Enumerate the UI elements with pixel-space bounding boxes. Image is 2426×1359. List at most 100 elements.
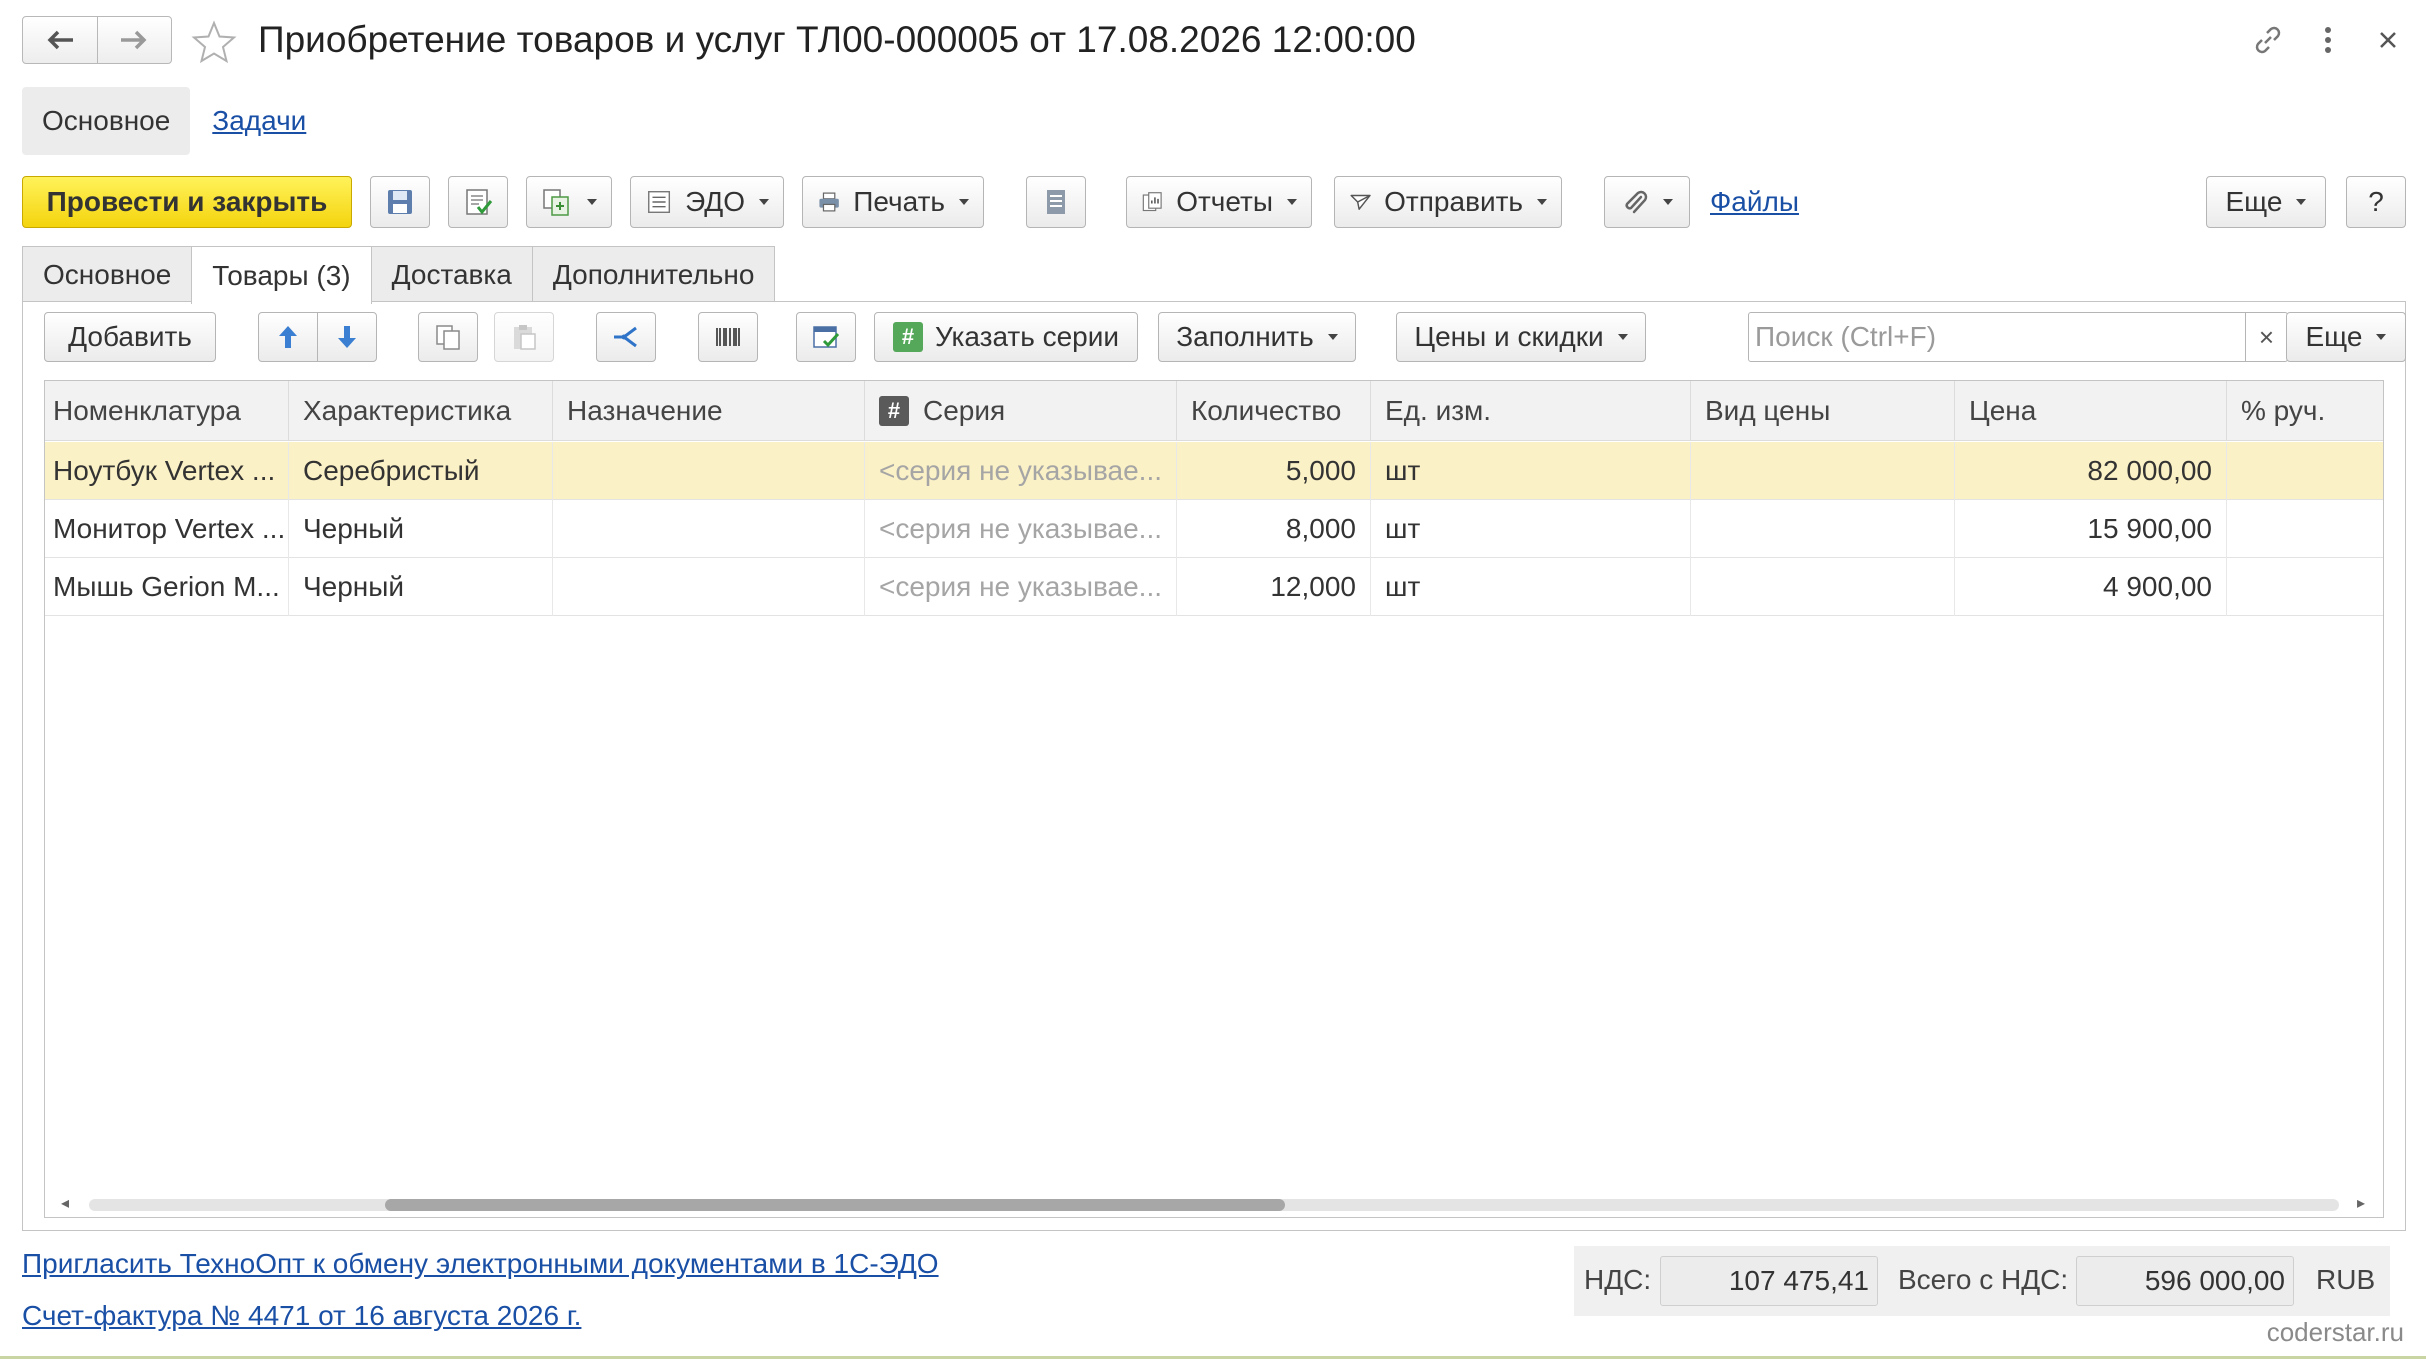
- cell-nomenclature[interactable]: Мышь Gerion M...: [45, 558, 289, 616]
- post-button[interactable]: [448, 176, 508, 228]
- forward-button[interactable]: [96, 17, 172, 63]
- table-more-button[interactable]: Еще: [2286, 312, 2406, 362]
- copy-link-button[interactable]: [2246, 18, 2290, 62]
- split-row-button[interactable]: [596, 312, 656, 362]
- move-down-button[interactable]: [317, 312, 377, 362]
- more-label: Еще: [2225, 186, 2283, 217]
- cell-quantity[interactable]: 12,000: [1177, 558, 1371, 616]
- close-window-button[interactable]: [2366, 18, 2410, 62]
- scroll-left-icon[interactable]: ◂: [61, 1193, 69, 1213]
- cell-manual-percent[interactable]: [2227, 500, 2383, 558]
- section-tasks-link[interactable]: Задачи: [212, 105, 306, 137]
- invite-edo-link[interactable]: Пригласить ТехноОпт к обмену электронным…: [22, 1248, 939, 1280]
- reports-button[interactable]: Отчеты: [1126, 176, 1312, 228]
- series-header-icon: #: [879, 396, 909, 426]
- set-series-button[interactable]: # Указать серии: [874, 312, 1138, 362]
- column-header-purpose[interactable]: Назначение: [553, 381, 865, 441]
- scrollbar-thumb[interactable]: [385, 1199, 1285, 1211]
- barcode-scan-button[interactable]: [698, 312, 758, 362]
- cell-price-type[interactable]: [1691, 500, 1955, 558]
- table-row[interactable]: Ноутбук Vertex ... Серебристый <серия не…: [45, 442, 2383, 500]
- copy-row-button[interactable]: [418, 312, 478, 362]
- more-commands-button[interactable]: Еще: [2206, 176, 2326, 228]
- cell-purpose[interactable]: [553, 500, 865, 558]
- goods-table: Номенклатура Характеристика Назначение #…: [44, 380, 2384, 1218]
- more-actions-button[interactable]: [2306, 18, 2350, 62]
- favorite-button[interactable]: [188, 18, 240, 66]
- column-header-nomenclature[interactable]: Номенклатура: [45, 381, 289, 441]
- back-button[interactable]: [23, 17, 97, 63]
- column-header-series[interactable]: # Серия: [865, 381, 1177, 441]
- paste-rows-button[interactable]: [494, 312, 554, 362]
- cell-manual-percent[interactable]: [2227, 558, 2383, 616]
- dropdown-caret-icon: [2296, 199, 2307, 205]
- edo-label: ЭДО: [685, 186, 745, 217]
- horizontal-scrollbar[interactable]: ◂ ▸: [45, 1185, 2383, 1217]
- cell-quantity[interactable]: 8,000: [1177, 500, 1371, 558]
- arrow-down-icon: [338, 326, 356, 348]
- cell-characteristic[interactable]: Черный: [289, 558, 553, 616]
- section-main[interactable]: Основное: [22, 87, 191, 155]
- add-row-button[interactable]: Добавить: [44, 312, 216, 362]
- scroll-right-icon[interactable]: ▸: [2357, 1193, 2365, 1213]
- set-series-label: Указать серии: [934, 321, 1120, 352]
- prices-discounts-button[interactable]: Цены и скидки: [1396, 312, 1646, 362]
- column-header-characteristic[interactable]: Характеристика: [289, 381, 553, 441]
- table-row[interactable]: Мышь Gerion M... Черный <серия не указыв…: [45, 558, 2383, 616]
- post-and-close-button[interactable]: Провести и закрыть: [22, 176, 352, 228]
- edo-button[interactable]: ЭДО: [630, 176, 784, 228]
- cell-price[interactable]: 82 000,00: [1955, 442, 2227, 500]
- cell-unit[interactable]: шт: [1371, 500, 1691, 558]
- barcode-icon: [716, 328, 740, 346]
- cell-price[interactable]: 4 900,00: [1955, 558, 2227, 616]
- table-row[interactable]: Монитор Vertex ... Черный <серия не указ…: [45, 500, 2383, 558]
- cell-price-type[interactable]: [1691, 558, 1955, 616]
- cell-unit[interactable]: шт: [1371, 442, 1691, 500]
- cell-manual-percent[interactable]: [2227, 442, 2383, 500]
- forward-arrow-icon: [121, 30, 147, 50]
- tab-goods[interactable]: Товары (3): [191, 246, 372, 304]
- cell-series[interactable]: <серия не указывае...: [865, 442, 1177, 500]
- save-button[interactable]: [370, 176, 430, 228]
- invoice-link[interactable]: Счет-фактура № 4471 от 16 августа 2026 г…: [22, 1300, 581, 1332]
- files-link[interactable]: Файлы: [1710, 186, 1799, 218]
- print-button[interactable]: Печать: [802, 176, 984, 228]
- attachments-button[interactable]: [1604, 176, 1690, 228]
- search-clear-button[interactable]: ×: [2245, 313, 2287, 361]
- send-button[interactable]: Отправить: [1334, 176, 1562, 228]
- tab-additional[interactable]: Дополнительно: [531, 246, 776, 302]
- check-items-button[interactable]: [796, 312, 856, 362]
- column-header-price-type[interactable]: Вид цены: [1691, 381, 1955, 441]
- cell-nomenclature[interactable]: Ноутбук Vertex ...: [45, 442, 289, 500]
- cell-price[interactable]: 15 900,00: [1955, 500, 2227, 558]
- cell-purpose[interactable]: [553, 558, 865, 616]
- document-tabs: Основное Товары (3) Доставка Дополнитель…: [22, 246, 776, 304]
- fill-button[interactable]: Заполнить: [1158, 312, 1356, 362]
- cell-quantity[interactable]: 5,000: [1177, 442, 1371, 500]
- cell-price-type[interactable]: [1691, 442, 1955, 500]
- star-icon: [191, 20, 237, 64]
- cell-series[interactable]: <серия не указывае...: [865, 500, 1177, 558]
- tab-delivery[interactable]: Доставка: [370, 246, 533, 302]
- create-based-on-button[interactable]: [526, 176, 612, 228]
- help-button[interactable]: ?: [2346, 176, 2406, 228]
- cell-purpose[interactable]: [553, 442, 865, 500]
- cell-unit[interactable]: шт: [1371, 558, 1691, 616]
- cell-characteristic[interactable]: Черный: [289, 500, 553, 558]
- tab-main[interactable]: Основное: [22, 246, 193, 302]
- column-header-price[interactable]: Цена: [1955, 381, 2227, 441]
- move-up-button[interactable]: [258, 312, 318, 362]
- column-header-manual-percent[interactable]: % руч.: [2227, 381, 2383, 441]
- cell-nomenclature[interactable]: Монитор Vertex ...: [45, 500, 289, 558]
- table-header: Номенклатура Характеристика Назначение #…: [45, 381, 2383, 441]
- table-toolbar: Добавить # Указать серии Заполнить Цены …: [44, 310, 2406, 364]
- dropdown-caret-icon: [1287, 199, 1297, 205]
- cell-series[interactable]: <серия не указывае...: [865, 558, 1177, 616]
- structure-of-subordination-button[interactable]: [1026, 176, 1086, 228]
- paperclip-icon: [1625, 190, 1648, 214]
- cell-characteristic[interactable]: Серебристый: [289, 442, 553, 500]
- post-and-close-label: Провести и закрыть: [46, 186, 328, 217]
- column-header-quantity[interactable]: Количество: [1177, 381, 1371, 441]
- column-header-unit[interactable]: Ед. изм.: [1371, 381, 1691, 441]
- search-input[interactable]: [1749, 313, 2245, 361]
